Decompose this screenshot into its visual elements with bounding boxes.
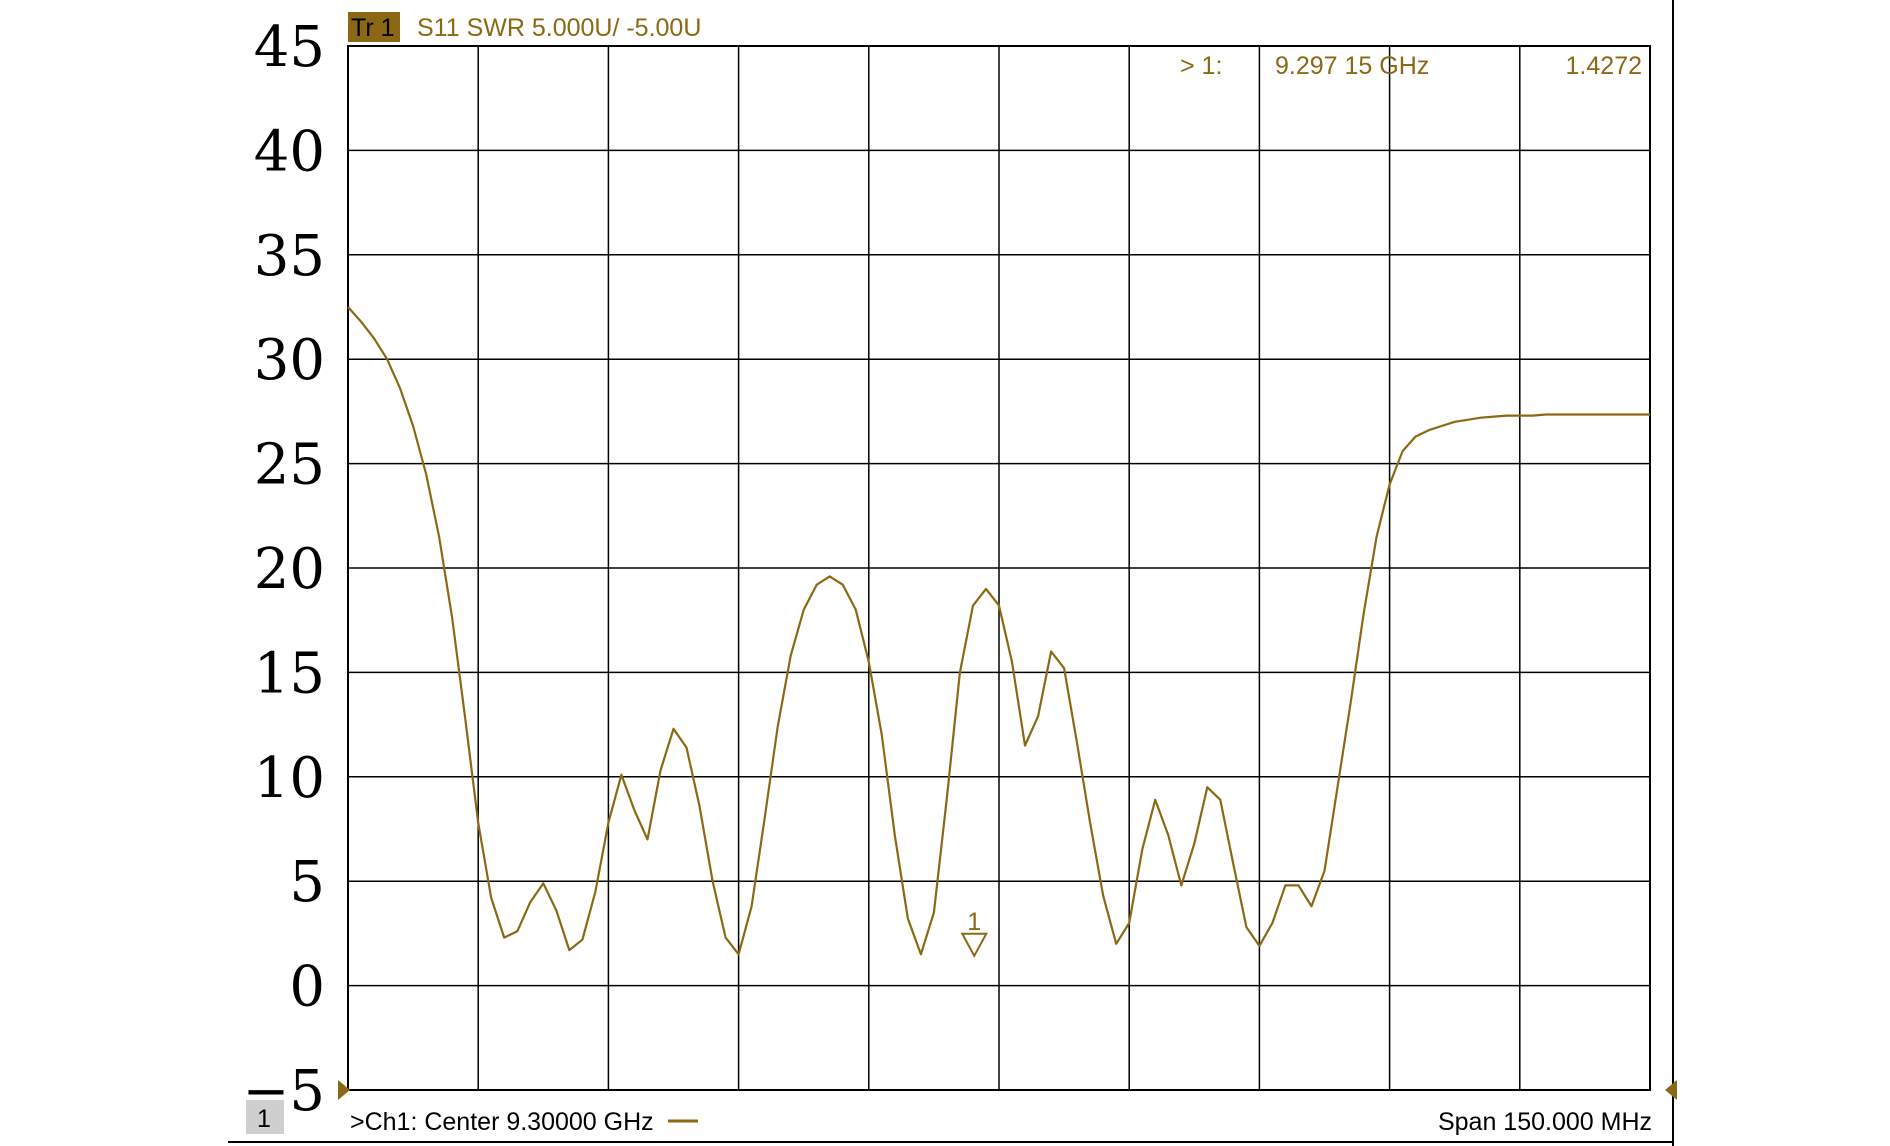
marker-layer: 1	[960, 908, 988, 958]
chart-svg: 454035302520151050−5 Tr 1 S11 SWR 5.000U…	[228, 0, 1677, 1146]
right-reference-arrow	[1665, 1080, 1677, 1100]
marker-readout-value: 1.4272	[1566, 52, 1642, 80]
marker-number-label: 1	[967, 908, 981, 936]
span-frequency[interactable]: Span 150.000 MHz	[1438, 1108, 1652, 1136]
y-tick-label: 0	[289, 955, 325, 1020]
marker-triangle[interactable]	[960, 932, 988, 958]
trace-settings[interactable]: S11 SWR 5.000U/ -5.00U	[417, 14, 701, 42]
channel-index: 1	[257, 1105, 271, 1133]
y-tick-label: 45	[254, 15, 325, 80]
y-tick-label: 30	[254, 328, 325, 393]
swr-chart: 45 40 35 30 25 20 15 10 5 0 −5 Tr 1 S11 SWR 5.000U…	[0, 0, 1890, 1146]
marker-readout-label: > 1:	[1180, 52, 1222, 80]
y-tick-labels: 454035302520151050−5	[242, 15, 325, 1124]
y-tick-label: 5	[289, 850, 325, 915]
marker-readout-frequency: 9.297 15 GHz	[1275, 52, 1429, 80]
y-tick-label: 10	[254, 746, 325, 811]
center-frequency[interactable]: >Ch1: Center 9.30000 GHz	[350, 1108, 654, 1136]
y-tick-label: 40	[254, 119, 325, 184]
y-tick-label: 35	[254, 224, 325, 289]
trace-label: Tr 1	[351, 14, 395, 42]
y-tick-label: 15	[254, 641, 325, 706]
y-tick-label: 20	[254, 537, 325, 602]
y-tick-label: 25	[254, 433, 325, 498]
grid	[347, 45, 1651, 1091]
